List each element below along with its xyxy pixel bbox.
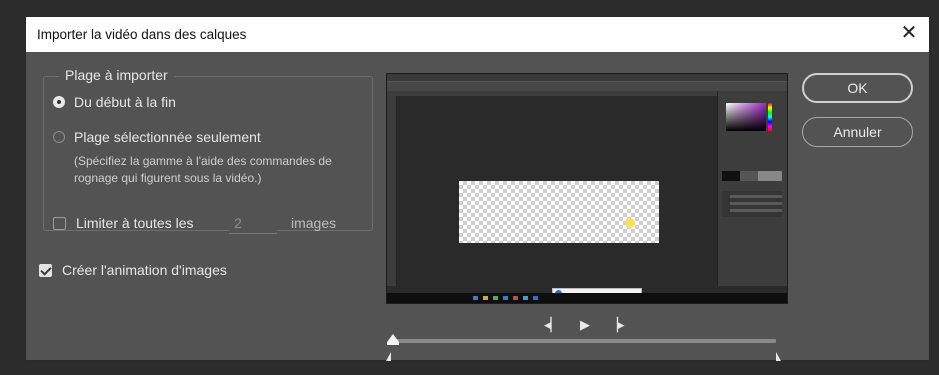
- playhead-handle[interactable]: [387, 334, 399, 342]
- frame-interval-unit: images: [291, 215, 337, 231]
- preview-layer-row: [730, 195, 782, 198]
- radio-selected-range-label: Plage sélectionnée seulement: [74, 129, 261, 145]
- step-back-icon[interactable]: ◂▏: [544, 317, 561, 333]
- checkbox-checked-icon[interactable]: [39, 263, 52, 277]
- preview-doc-tabs: [387, 91, 717, 96]
- preview-cursor-dot: [625, 218, 635, 228]
- preview-taskbar-icon: [533, 296, 538, 300]
- preview-options-bar: [387, 82, 787, 91]
- checkbox-icon[interactable]: [53, 216, 66, 230]
- create-animation-label: Créer l'animation d'images: [62, 262, 227, 278]
- play-icon[interactable]: ▶: [580, 317, 590, 333]
- import-video-dialog: Importer la vidéo dans des calques ✕ Pla…: [25, 16, 930, 361]
- preview-taskbar: [387, 293, 787, 303]
- frame-interval-input[interactable]: [229, 212, 277, 234]
- ok-button[interactable]: OK: [802, 73, 913, 103]
- limit-frames-label: Limiter à toutes les: [76, 215, 194, 231]
- preview-layer-row: [730, 209, 782, 212]
- preview-taskbar-icon: [513, 296, 518, 300]
- dialog-content: Plage à importer Du début à la fin Plage…: [26, 52, 929, 361]
- trim-end-handle[interactable]: [776, 352, 781, 361]
- preview-taskbar-icon: [523, 296, 528, 300]
- timeline-scrubber-track[interactable]: [390, 339, 776, 343]
- preview-layers-panel: [722, 191, 782, 217]
- preview-taskbar-icon: [483, 296, 488, 300]
- range-hint: (Spécifiez la gamme à l'aide des command…: [74, 154, 332, 185]
- preview-taskbar-icon: [503, 296, 508, 300]
- radio-unchecked-icon[interactable]: [53, 131, 65, 144]
- preview-taskbar-icon: [493, 296, 498, 300]
- limit-frames-checkbox-row[interactable]: Limiter à toutes les: [53, 212, 194, 234]
- radio-full-range[interactable]: Du début à la fin: [53, 92, 176, 112]
- dialog-title: Importer la vidéo dans des calques: [37, 27, 247, 42]
- preview-right-panels: [717, 91, 787, 286]
- preview-canvas-area: [397, 97, 717, 299]
- preview-color-picker: [726, 103, 766, 131]
- radio-checked-icon[interactable]: [53, 96, 65, 109]
- trim-start-handle[interactable]: [386, 352, 391, 361]
- range-legend: Plage à importer: [59, 67, 174, 83]
- dialog-titlebar: Importer la vidéo dans des calques ✕: [26, 17, 929, 52]
- preview-toolbar: [387, 96, 397, 286]
- preview-hue-slider: [768, 103, 772, 131]
- preview-taskbar-icon: [473, 296, 478, 300]
- radio-selected-range[interactable]: Plage sélectionnée seulement: [53, 127, 261, 147]
- preview-transparent-canvas: [459, 181, 659, 243]
- video-preview: [386, 73, 788, 304]
- radio-full-range-label: Du début à la fin: [74, 94, 176, 110]
- step-forward-icon[interactable]: ▕▸: [608, 317, 625, 333]
- create-animation-checkbox-row[interactable]: Créer l'animation d'images: [39, 259, 227, 281]
- preview-layer-row: [730, 202, 782, 205]
- preview-swatches: [722, 171, 782, 181]
- close-icon[interactable]: ✕: [889, 17, 929, 52]
- cancel-button[interactable]: Annuler: [802, 117, 913, 147]
- preview-menubar: [387, 74, 787, 82]
- playhead-handle-base[interactable]: [387, 342, 399, 345]
